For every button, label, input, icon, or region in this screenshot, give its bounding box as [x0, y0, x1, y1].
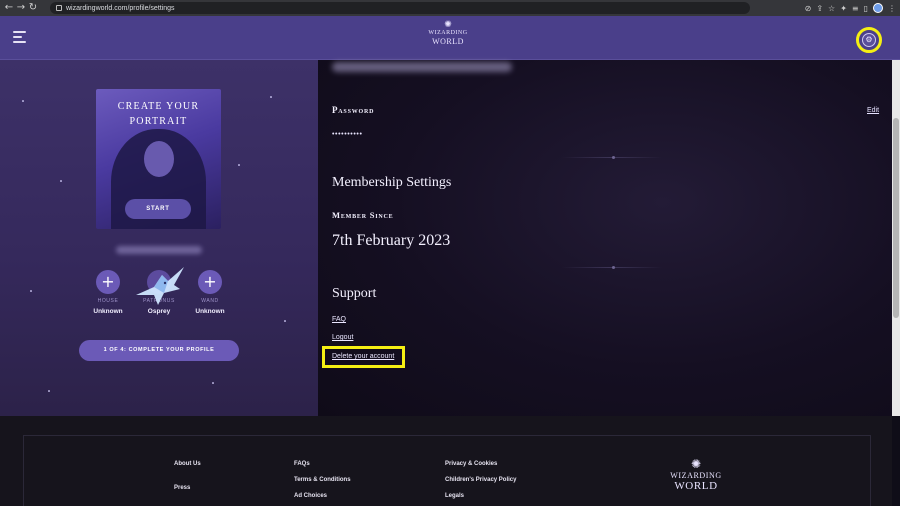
- start-portrait-button[interactable]: START: [125, 199, 191, 219]
- lock-icon: [56, 5, 62, 11]
- portrait-card[interactable]: CREATE YOUR PORTRAIT START: [96, 89, 221, 229]
- wand-label: WAND: [201, 298, 219, 304]
- site-footer: About Us Press FAQs Terms & Conditions A…: [0, 416, 892, 506]
- profile-panel: CREATE YOUR PORTRAIT START + HOUSE Unkno…: [0, 60, 318, 416]
- browser-profile-avatar[interactable]: [873, 3, 883, 13]
- eye-off-icon[interactable]: ⊘: [805, 4, 812, 13]
- footer-link-faqs[interactable]: FAQs: [294, 461, 310, 467]
- footer-link-legals[interactable]: Legals: [445, 493, 464, 499]
- settings-panel: Password •••••••••• Edit Membership Sett…: [318, 60, 892, 416]
- footer-link-press[interactable]: Press: [174, 485, 190, 491]
- reload-icon[interactable]: ↻: [27, 0, 39, 16]
- site-header: ✺ WIZARDING WORLD: [0, 16, 900, 60]
- section-divider: [562, 266, 662, 269]
- extensions-icon[interactable]: ✦: [840, 4, 847, 13]
- faq-link[interactable]: FAQ: [332, 316, 346, 323]
- portrait-title: CREATE YOUR PORTRAIT: [96, 99, 221, 129]
- support-title: Support: [332, 286, 377, 301]
- wizarding-world-logo[interactable]: ✺ WIZARDING WORLD: [428, 20, 468, 56]
- edit-password-link[interactable]: Edit: [867, 107, 879, 114]
- star-decoration: [30, 290, 32, 292]
- address-bar[interactable]: wizardingworld.com/profile/settings: [50, 2, 750, 14]
- add-house-icon[interactable]: +: [96, 270, 120, 294]
- footer-logo-line1: WIZARDING: [670, 471, 722, 480]
- wand-value: Unknown: [195, 308, 225, 315]
- blurred-username: [116, 246, 202, 254]
- footer-link-ad-choices[interactable]: Ad Choices: [294, 493, 327, 499]
- blurred-email: [332, 62, 512, 72]
- back-arrow-icon[interactable]: ←: [3, 0, 15, 16]
- portrait-face: [144, 141, 174, 177]
- star-decoration: [22, 100, 24, 102]
- password-label: Password: [332, 105, 375, 115]
- account-avatar-button[interactable]: ⚙: [856, 27, 882, 53]
- footer-logo[interactable]: ✺ WIZARDING WORLD: [669, 457, 723, 493]
- member-since-label: Member Since: [332, 210, 394, 220]
- scrollbar-thumb[interactable]: [893, 118, 899, 318]
- portrait-title-line1: CREATE YOUR: [117, 101, 200, 112]
- osprey-patronus-icon[interactable]: [134, 265, 186, 307]
- wand-trait[interactable]: + WAND Unknown: [180, 270, 240, 315]
- browser-actions: ⊘ ⇪ ☆ ✦ ≡ ▯ ⋮: [805, 0, 896, 16]
- browser-toolbar: ← → ↻ wizardingworld.com/profile/setting…: [0, 0, 900, 16]
- star-decoration: [284, 320, 286, 322]
- star-decoration: [270, 96, 272, 98]
- profile-progress-button[interactable]: 1 OF 4: COMPLETE YOUR PROFILE: [79, 340, 239, 361]
- star-decoration: [212, 382, 214, 384]
- star-decoration: [60, 180, 62, 182]
- section-divider: [562, 156, 662, 159]
- side-panel-icon[interactable]: ▯: [864, 4, 868, 13]
- footer-link-about[interactable]: About Us: [174, 461, 201, 467]
- footer-link-privacy[interactable]: Privacy & Cookies: [445, 461, 497, 467]
- logout-link[interactable]: Logout: [332, 334, 353, 341]
- logo-line1: WIZARDING: [428, 30, 468, 36]
- reading-list-icon[interactable]: ≡: [852, 4, 859, 13]
- footer-sunburst-icon: ✺: [690, 457, 702, 471]
- kebab-menu-icon[interactable]: ⋮: [888, 4, 896, 13]
- portrait-title-line2: PORTRAIT: [129, 116, 188, 127]
- user-avatar-icon: ⚙: [862, 33, 876, 47]
- add-wand-icon[interactable]: +: [198, 270, 222, 294]
- footer-logo-line2: WORLD: [674, 480, 718, 492]
- membership-title: Membership Settings: [332, 175, 452, 190]
- share-icon[interactable]: ⇪: [816, 4, 823, 13]
- page-scrollbar[interactable]: [892, 60, 900, 416]
- sunburst-icon: ✺: [444, 20, 452, 30]
- forward-arrow-icon[interactable]: →: [15, 0, 27, 16]
- delete-account-highlight: [322, 346, 405, 368]
- star-icon[interactable]: ☆: [828, 4, 835, 13]
- member-since-date: 7th February 2023: [332, 232, 451, 249]
- url-text: wizardingworld.com/profile/settings: [66, 4, 175, 12]
- logo-line2: WORLD: [432, 37, 464, 46]
- star-decoration: [48, 390, 50, 392]
- password-value: ••••••••••: [332, 131, 363, 138]
- hamburger-menu-icon[interactable]: [13, 31, 26, 43]
- star-decoration: [238, 164, 240, 166]
- footer-link-terms[interactable]: Terms & Conditions: [294, 477, 351, 483]
- footer-link-childrens-privacy[interactable]: Children's Privacy Policy: [445, 477, 516, 483]
